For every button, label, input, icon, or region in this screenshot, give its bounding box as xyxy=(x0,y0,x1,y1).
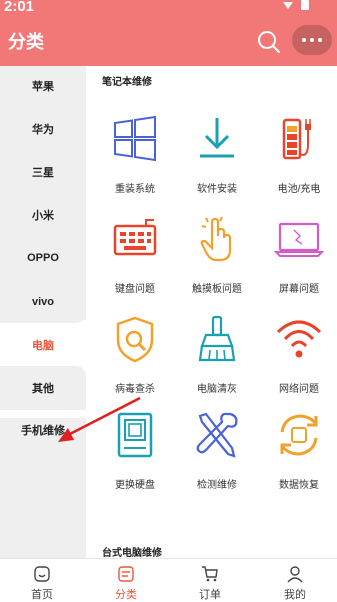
shield-search-icon xyxy=(116,316,154,363)
windows-icon xyxy=(114,115,156,162)
service-network[interactable]: 网络问题 xyxy=(258,314,337,412)
dot-icon xyxy=(318,38,322,42)
tab-category[interactable]: 分类 xyxy=(84,559,168,602)
service-touchpad[interactable]: 触摸板问题 xyxy=(176,214,258,312)
sidebar-item-samsung[interactable]: 三星 xyxy=(0,152,86,192)
dot-icon xyxy=(302,38,306,42)
service-label: 电脑清灰 xyxy=(197,384,237,395)
tab-label: 首页 xyxy=(31,589,53,601)
service-label: 检测维修 xyxy=(197,480,237,491)
sidebar-item-oppo[interactable]: OPPO xyxy=(0,238,86,278)
tab-label: 订单 xyxy=(199,589,221,601)
tab-orders[interactable]: 订单 xyxy=(168,559,252,602)
service-keyboard[interactable]: 键盘问题 xyxy=(94,214,176,312)
data-recovery-icon xyxy=(280,414,318,456)
more-menu-button[interactable] xyxy=(292,25,332,55)
sidebar-item-phone-repair[interactable]: 手机维修 xyxy=(0,410,86,450)
broom-icon xyxy=(198,315,236,362)
service-data-recovery[interactable]: 数据恢复 xyxy=(258,410,337,508)
sidebar-item-huawei[interactable]: 华为 xyxy=(0,109,86,149)
service-virus-scan[interactable]: 病毒查杀 xyxy=(94,314,176,412)
tab-label: 分类 xyxy=(115,589,137,601)
tools-icon xyxy=(196,412,238,458)
wifi-icon xyxy=(276,320,322,358)
battery-charge-icon xyxy=(282,118,311,160)
tab-profile[interactable]: 我的 xyxy=(253,559,337,602)
tab-home[interactable]: 首页 xyxy=(0,559,84,602)
touch-hand-icon xyxy=(200,216,232,262)
service-label: 软件安装 xyxy=(197,184,237,195)
service-label: 网络问题 xyxy=(279,384,319,395)
bottom-tab-bar: 首页 分类 订单 我的 xyxy=(0,558,337,602)
service-label: 键盘问题 xyxy=(115,284,155,295)
service-battery-charge[interactable]: 电池/充电 xyxy=(258,114,337,212)
category-sidebar: 苹果 华为 三星 小米 OPPO vivo 电脑 其他 手机维修 xyxy=(0,66,86,558)
user-icon xyxy=(287,566,303,583)
search-icon[interactable] xyxy=(256,29,282,55)
tab-label: 我的 xyxy=(284,589,306,601)
service-diagnose-repair[interactable]: 检测维修 xyxy=(176,410,258,508)
download-icon xyxy=(200,118,234,158)
cart-icon xyxy=(202,566,218,582)
service-label: 重装系统 xyxy=(115,184,155,195)
home-icon xyxy=(34,566,50,582)
section-title: 台式电脑维修 xyxy=(102,548,162,559)
hard-drive-icon xyxy=(117,412,153,458)
service-label: 数据恢复 xyxy=(279,480,319,491)
app-header: 2:01 分类 xyxy=(0,0,337,66)
section-title: 笔记本维修 xyxy=(102,77,152,88)
service-replace-drive[interactable]: 更换硬盘 xyxy=(94,410,176,508)
service-screen[interactable]: 屏幕问题 xyxy=(258,214,337,312)
service-label: 触摸板问题 xyxy=(192,284,242,295)
status-time: 2:01 xyxy=(4,0,35,15)
keyboard-icon xyxy=(113,219,157,256)
service-label: 病毒查杀 xyxy=(115,384,155,395)
service-label: 屏幕问题 xyxy=(279,284,319,295)
service-label: 更换硬盘 xyxy=(115,480,155,491)
status-icons xyxy=(283,0,309,10)
service-label: 电池/充电 xyxy=(277,184,321,195)
category-content: 笔记本维修 重装系统 软件安装 电池/充电 键盘问题 触摸板问题 屏幕问题 病毒… xyxy=(86,66,337,559)
sidebar-item-apple[interactable]: 苹果 xyxy=(0,66,86,106)
service-software-install[interactable]: 软件安装 xyxy=(176,114,258,212)
service-reinstall-system[interactable]: 重装系统 xyxy=(94,114,176,212)
sidebar-item-other[interactable]: 其他 xyxy=(0,366,86,410)
dot-icon xyxy=(310,38,314,42)
category-icon xyxy=(118,566,134,582)
sidebar-item-vivo[interactable]: vivo xyxy=(0,281,86,323)
sidebar-item-computer[interactable]: 电脑 xyxy=(0,324,86,366)
service-dust-cleaning[interactable]: 电脑清灰 xyxy=(176,314,258,412)
cracked-screen-icon xyxy=(274,222,324,257)
page-title: 分类 xyxy=(8,32,44,53)
sidebar-item-xiaomi[interactable]: 小米 xyxy=(0,195,86,235)
